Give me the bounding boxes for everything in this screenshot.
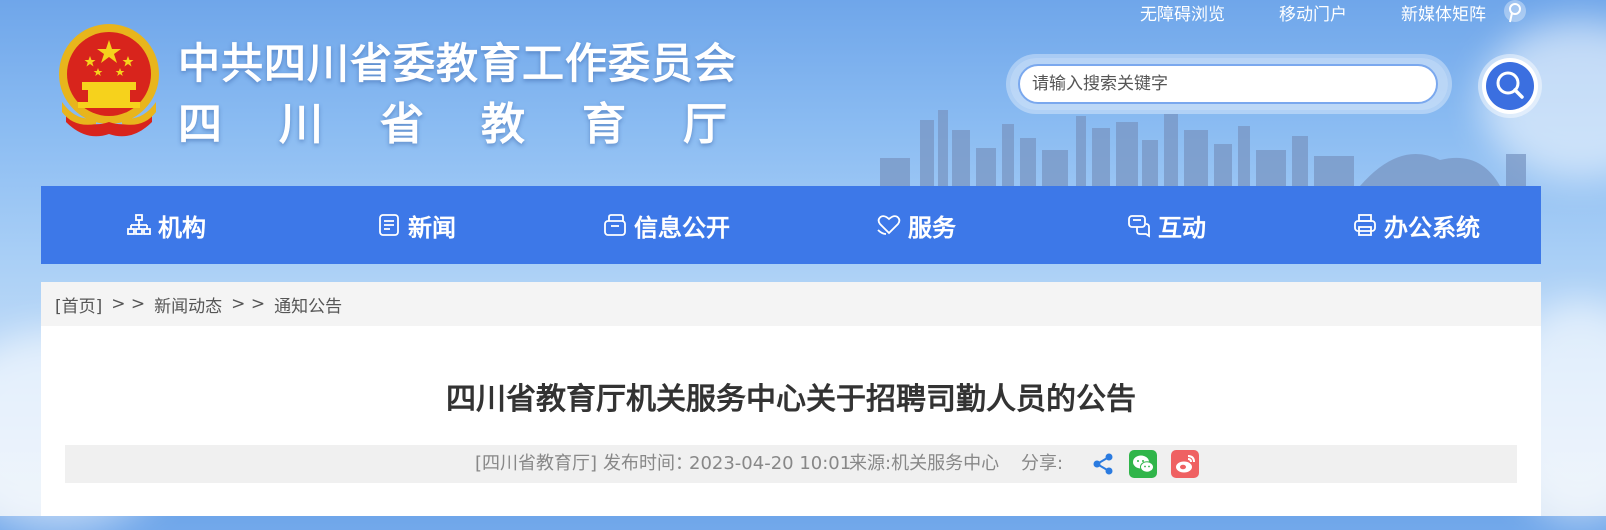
nav-item-info[interactable]: 信息公开 <box>541 208 791 243</box>
nav-label-interact: 互动 <box>1158 213 1206 242</box>
nav-item-news[interactable]: 新闻 <box>291 208 541 243</box>
accessibility-link[interactable]: 无障碍浏览 <box>1140 0 1225 25</box>
breadcrumb-news[interactable]: 新闻动态 <box>154 292 222 317</box>
nav-label-service: 服务 <box>908 213 956 242</box>
meta-source: 来源:机关服务中心 <box>849 453 1000 474</box>
top-links: 无障碍浏览 移动门户 新媒体矩阵 <box>1140 0 1486 25</box>
nav-item-org[interactable]: 机构 <box>41 208 291 243</box>
info-icon <box>604 214 626 236</box>
article-meta: [四川省教育厅] 发布时间： 2023-04-20 10:01 来源:机关服务中… <box>65 445 1517 483</box>
nav-label-office: 办公系统 <box>1384 213 1480 242</box>
main-nav: 机构 新闻 信息公开 服务 互动 办公系统 <box>41 186 1541 264</box>
org-chart-icon <box>127 214 151 235</box>
site-header: 中共四川省委教育工作委员会 四川省教育厅 无障碍浏览 移动门户 新媒体矩阵 <box>0 0 1606 186</box>
search-input[interactable] <box>1018 64 1438 104</box>
chat-icon <box>1128 215 1150 238</box>
new-media-link[interactable]: 新媒体矩阵 <box>1401 0 1486 25</box>
city-skyline-decoration <box>880 110 1526 186</box>
service-heart-icon <box>877 215 901 235</box>
nav-label-news: 新闻 <box>408 213 456 242</box>
meta-publish-label: 发布时间： <box>603 453 693 474</box>
nav-item-service[interactable]: 服务 <box>791 208 1041 243</box>
breadcrumb-home[interactable]: [首页] <box>55 292 102 317</box>
nav-label-org: 机构 <box>158 213 206 242</box>
site-title-line1: 中共四川省委教育工作委员会 <box>178 39 738 88</box>
new-media-icon[interactable] <box>1502 0 1528 24</box>
mobile-portal-link[interactable]: 移动门户 <box>1279 0 1347 25</box>
national-emblem-icon <box>59 24 159 137</box>
share-icon[interactable] <box>1089 450 1117 478</box>
nav-label-info: 信息公开 <box>634 213 730 242</box>
article-container: 四川省教育厅机关服务中心关于招聘司勤人员的公告 [四川省教育厅] 发布时间： 2… <box>41 326 1541 516</box>
meta-publish-time: 2023-04-20 10:01 <box>689 453 852 474</box>
meta-share-label: 分享: <box>1021 453 1064 474</box>
printer-icon <box>1354 214 1376 236</box>
breadcrumb-notices[interactable]: 通知公告 <box>274 292 342 317</box>
nav-item-office[interactable]: 办公系统 <box>1291 208 1541 243</box>
breadcrumb-separator: > > <box>111 294 146 314</box>
weibo-icon[interactable] <box>1171 450 1199 478</box>
breadcrumb-separator: > > <box>231 294 266 314</box>
article-title: 四川省教育厅机关服务中心关于招聘司勤人员的公告 <box>446 382 1136 417</box>
nav-item-interact[interactable]: 互动 <box>1041 208 1291 243</box>
site-title-line2: 四川省教育厅 <box>178 99 784 150</box>
wechat-icon[interactable] <box>1129 450 1157 478</box>
breadcrumb: [首页] > > 新闻动态 > > 通知公告 <box>41 282 1541 326</box>
news-icon <box>379 214 399 236</box>
meta-site: [四川省教育厅] <box>475 453 598 474</box>
